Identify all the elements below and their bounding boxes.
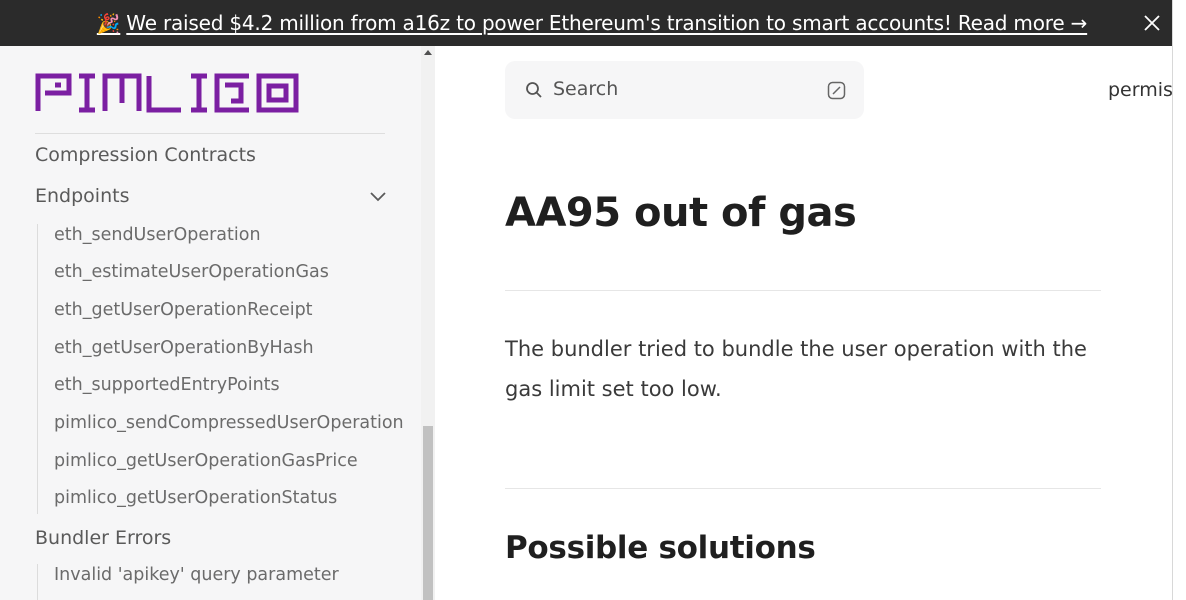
sidebar-item-eth-supported-entry-points[interactable]: eth_supportedEntryPoints — [54, 375, 280, 395]
sidebar-item-endpoints[interactable]: Endpoints — [35, 185, 129, 207]
sidebar-item-pimlico-get-user-operation-gas-price[interactable]: pimlico_getUserOperationGasPrice — [54, 451, 358, 471]
party-popper-icon: 🎉 — [96, 13, 121, 35]
search-input[interactable]: Search — [505, 61, 864, 119]
window-scrollbar[interactable] — [1172, 0, 1186, 600]
sidebar-item-eth-estimate-user-operation-gas[interactable]: eth_estimateUserOperationGas — [54, 262, 329, 282]
sidebar: Compression Contracts Endpoints eth_send… — [0, 46, 421, 600]
sidebar-item-pimlico-send-compressed-user-operation[interactable]: pimlico_sendCompressedUserOperation — [54, 413, 404, 433]
scroll-up-arrow-icon[interactable] — [424, 50, 432, 55]
announcement-banner: 🎉 We raised $4.2 million from a16z to pow… — [0, 0, 1172, 46]
sidebar-item-eth-send-user-operation[interactable]: eth_sendUserOperation — [54, 225, 261, 245]
sidebar-divider — [35, 133, 385, 134]
sidebar-item-compression-contracts[interactable]: Compression Contracts — [35, 144, 256, 166]
pimlico-logo[interactable] — [35, 73, 299, 113]
announcement-text: We raised $4.2 million from a16z to powe… — [126, 11, 1088, 35]
close-icon[interactable] — [1142, 13, 1162, 33]
search-icon — [526, 82, 542, 98]
section-heading-possible-solutions: Possible solutions — [505, 530, 816, 566]
endpoints-list: eth_sendUserOperation eth_estimateUserOp… — [37, 224, 404, 514]
announcement-link[interactable]: 🎉 We raised $4.2 million from a16z to pow… — [96, 11, 1088, 35]
keyboard-shortcut-icon — [827, 81, 846, 100]
bundler-errors-list: Invalid 'apikey' query parameter — [37, 564, 339, 600]
sidebar-item-bundler-errors[interactable]: Bundler Errors — [35, 527, 171, 549]
sidebar-scrollbar[interactable] — [421, 46, 435, 600]
section-divider — [505, 488, 1101, 489]
nav-link-permissions[interactable]: permis — [1108, 79, 1173, 101]
description-paragraph: The bundler tried to bundle the user ope… — [505, 337, 1087, 401]
sidebar-item-eth-get-user-operation-receipt[interactable]: eth_getUserOperationReceipt — [54, 300, 313, 320]
chevron-down-icon[interactable] — [369, 190, 387, 202]
page-title: AA95 out of gas — [505, 190, 857, 236]
sidebar-item-pimlico-get-user-operation-status[interactable]: pimlico_getUserOperationStatus — [54, 488, 337, 508]
search-placeholder: Search — [553, 78, 619, 100]
sidebar-item-eth-get-user-operation-by-hash[interactable]: eth_getUserOperationByHash — [54, 338, 314, 358]
title-divider — [505, 290, 1101, 291]
sidebar-item-invalid-apikey[interactable]: Invalid 'apikey' query parameter — [54, 565, 339, 585]
scrollbar-thumb[interactable] — [423, 426, 433, 600]
